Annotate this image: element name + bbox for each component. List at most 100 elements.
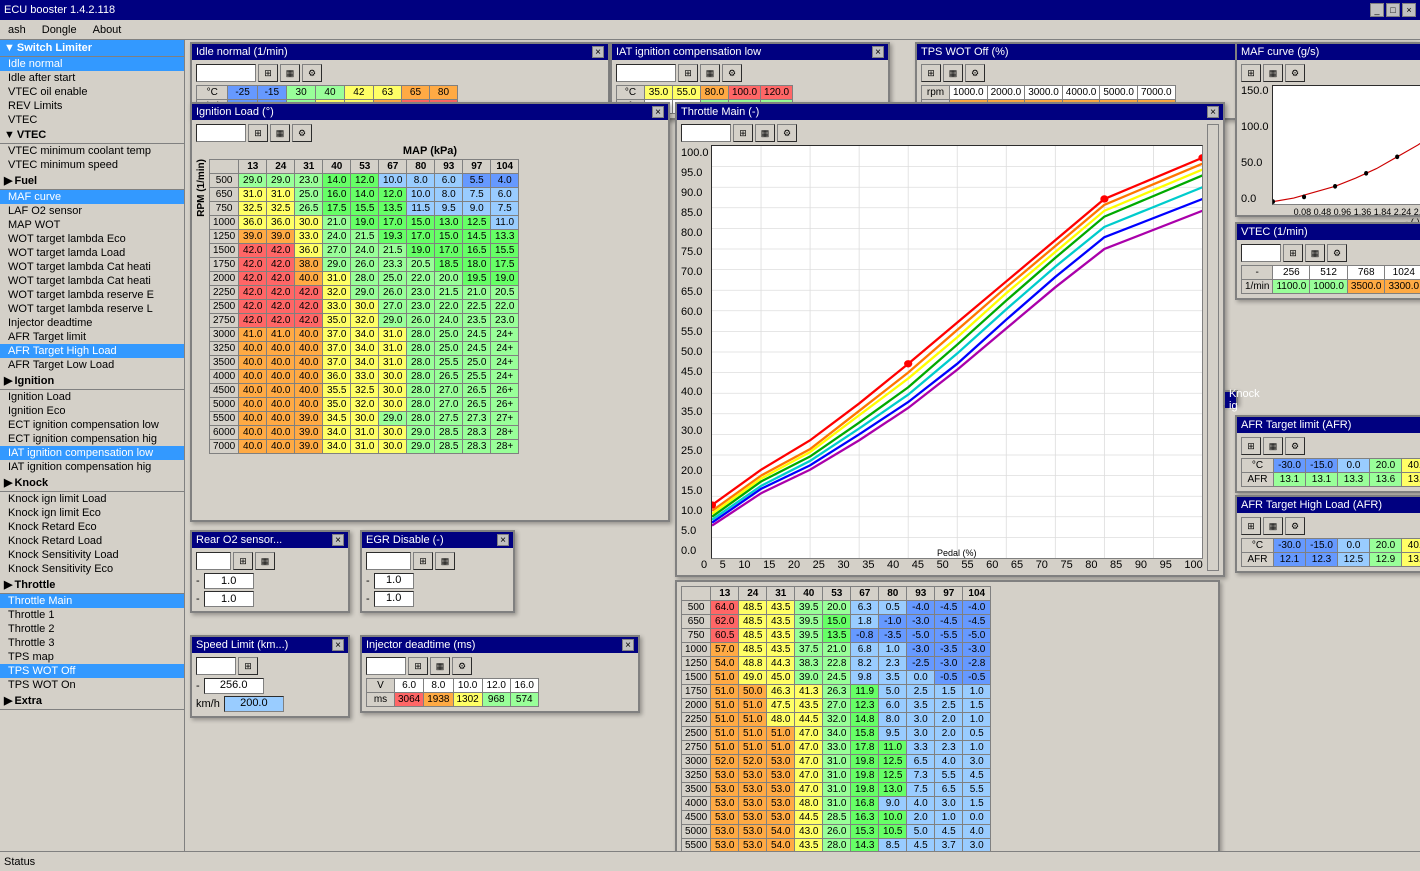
ign-cell[interactable]: 28.3 — [463, 440, 491, 454]
idle-normal-col1[interactable]: -25 — [228, 86, 257, 100]
egr-chart-btn[interactable]: ▦ — [435, 552, 455, 570]
ign-cell[interactable]: 40.0 — [295, 398, 323, 412]
ignition-load-input[interactable] — [196, 124, 246, 142]
ign-cell[interactable]: 34.0 — [323, 426, 351, 440]
thr-cell[interactable]: 48.0 — [795, 797, 823, 811]
thr-cell[interactable]: -5.0 — [907, 629, 935, 643]
thr-cell[interactable]: 6.3 — [851, 601, 879, 615]
ign-cell[interactable]: 8.0 — [435, 188, 463, 202]
sidebar-item-throttle-1[interactable]: Throttle 1 — [0, 608, 184, 622]
thr-cell[interactable]: 39.5 — [795, 615, 823, 629]
injector-val2[interactable]: 1938 — [424, 693, 453, 707]
vtec-val2[interactable]: 1000.0 — [1310, 280, 1348, 294]
ign-cell[interactable]: 21.5 — [379, 244, 407, 258]
thr-cell[interactable]: -3.5 — [935, 643, 963, 657]
thr-cell[interactable]: 13.0 — [879, 783, 907, 797]
thr-cell[interactable]: 1.5 — [963, 797, 991, 811]
thr-cell[interactable]: 12.3 — [851, 699, 879, 713]
ign-cell[interactable]: 28+ — [491, 440, 519, 454]
injector-settings-btn[interactable]: ⚙ — [452, 657, 472, 675]
sidebar-item-wot-lambda-load[interactable]: WOT target lamda Load — [0, 246, 184, 260]
thr-cell[interactable]: 15.0 — [823, 615, 851, 629]
thr-cell[interactable]: -3.0 — [907, 615, 935, 629]
thr-cell[interactable]: 4.5 — [935, 825, 963, 839]
afr-high-col3[interactable]: 0.0 — [1338, 539, 1370, 553]
ign-cell[interactable]: 40.0 — [239, 440, 267, 454]
ign-cell[interactable]: 24.5 — [463, 328, 491, 342]
iat-input[interactable] — [616, 64, 676, 82]
ign-cell[interactable]: 31.0 — [379, 356, 407, 370]
sidebar-item-maf-curve[interactable]: MAF curve — [0, 190, 184, 204]
thr-cell[interactable]: 34.0 — [823, 727, 851, 741]
ign-cell[interactable]: 30.0 — [351, 300, 379, 314]
sidebar-item-vtec-coolant[interactable]: VTEC minimum coolant temp — [0, 144, 184, 158]
injector-table-btn[interactable]: ⊞ — [408, 657, 428, 675]
sidebar-item-knock-retard-eco[interactable]: Knock Retard Eco — [0, 520, 184, 534]
afr-high-col1[interactable]: -30.0 — [1274, 539, 1306, 553]
sidebar-item-knock-sens-eco[interactable]: Knock Sensitivity Eco — [0, 562, 184, 576]
sidebar-item-knock-load[interactable]: Knock ign limit Load — [0, 492, 184, 506]
idle-normal-close[interactable]: × — [592, 46, 604, 58]
minimize-button[interactable]: _ — [1370, 3, 1384, 17]
ign-cell[interactable]: 26.5 — [295, 202, 323, 216]
ign-cell[interactable]: 24.0 — [351, 244, 379, 258]
ign-cell[interactable]: 12.0 — [379, 188, 407, 202]
throttle-table-btn[interactable]: ⊞ — [733, 124, 753, 142]
thr-cell[interactable]: 39.5 — [795, 601, 823, 615]
ign-cell[interactable]: 31.0 — [351, 426, 379, 440]
iat-col5[interactable]: 120.0 — [761, 86, 793, 100]
thr-cell[interactable]: 28.5 — [823, 811, 851, 825]
afr-high-settings-btn[interactable]: ⚙ — [1285, 517, 1305, 535]
injector-col1[interactable]: 6.0 — [395, 679, 424, 693]
ign-cell[interactable]: 22.5 — [463, 300, 491, 314]
ign-cell[interactable]: 21.0 — [323, 216, 351, 230]
sidebar-item-laf-o2[interactable]: LAF O2 sensor — [0, 204, 184, 218]
ign-cell[interactable]: 37.0 — [323, 328, 351, 342]
thr-cell[interactable]: -4.5 — [935, 615, 963, 629]
ign-cell[interactable]: 27.5 — [435, 412, 463, 426]
ign-cell[interactable]: 24.0 — [323, 230, 351, 244]
thr-cell[interactable]: -4.5 — [935, 601, 963, 615]
ign-cell[interactable]: 26.5 — [463, 398, 491, 412]
ign-cell[interactable]: 31.0 — [267, 188, 295, 202]
sidebar-item-iat-ign-high[interactable]: IAT ignition compensation hig — [0, 460, 184, 474]
thr-cell[interactable]: 10.5 — [879, 825, 907, 839]
vtec-val4[interactable]: 3300.0 — [1385, 280, 1420, 294]
thr-cell[interactable]: 47.0 — [795, 727, 823, 741]
afr-high-val1[interactable]: 12.1 — [1274, 553, 1306, 567]
ign-cell[interactable]: 20.5 — [407, 258, 435, 272]
thr-cell[interactable]: 1.0 — [879, 643, 907, 657]
thr-cell[interactable]: 9.8 — [851, 671, 879, 685]
ign-cell[interactable]: 31.0 — [379, 328, 407, 342]
tps-col4[interactable]: 4000.0 — [1062, 86, 1100, 100]
thr-cell[interactable]: 43.5 — [767, 643, 795, 657]
ign-cell[interactable]: 28.0 — [407, 328, 435, 342]
sidebar-item-afr-target-low[interactable]: AFR Target Low Load — [0, 358, 184, 372]
thr-cell[interactable]: 3.3 — [907, 741, 935, 755]
ign-cell[interactable]: 29.0 — [323, 258, 351, 272]
thr-cell[interactable]: 48.5 — [739, 615, 767, 629]
thr-cell[interactable]: 6.5 — [935, 783, 963, 797]
tps-col6[interactable]: 7000.0 — [1137, 86, 1175, 100]
ign-cell[interactable]: 42.0 — [267, 244, 295, 258]
ign-cell[interactable]: 40.0 — [267, 342, 295, 356]
thr-cell[interactable]: 17.8 — [851, 741, 879, 755]
thr-cell[interactable]: 1.8 — [851, 615, 879, 629]
thr-cell[interactable]: -0.5 — [935, 671, 963, 685]
ign-cell[interactable]: 29.0 — [379, 314, 407, 328]
thr-cell[interactable]: 48.0 — [767, 713, 795, 727]
throttle-input[interactable] — [681, 124, 731, 142]
thr-cell[interactable]: 13.5 — [823, 629, 851, 643]
thr-cell[interactable]: 2.0 — [935, 727, 963, 741]
thr-cell[interactable]: 4.0 — [963, 825, 991, 839]
sidebar-item-wot-lambda-cat2[interactable]: WOT target lambda Cat heati — [0, 274, 184, 288]
ign-cell[interactable]: 36.0 — [323, 370, 351, 384]
afr-limit-val4[interactable]: 13.6 — [1370, 473, 1402, 487]
close-button[interactable]: × — [1402, 3, 1416, 17]
sidebar-item-tps-wot-on[interactable]: TPS WOT On — [0, 678, 184, 692]
ign-cell[interactable]: 19.0 — [491, 272, 519, 286]
injector-val3[interactable]: 1302 — [453, 693, 482, 707]
rear-o2-close[interactable]: × — [332, 534, 344, 546]
ign-cell[interactable]: 26.0 — [407, 314, 435, 328]
sidebar-item-throttle-main[interactable]: Throttle Main — [0, 594, 184, 608]
